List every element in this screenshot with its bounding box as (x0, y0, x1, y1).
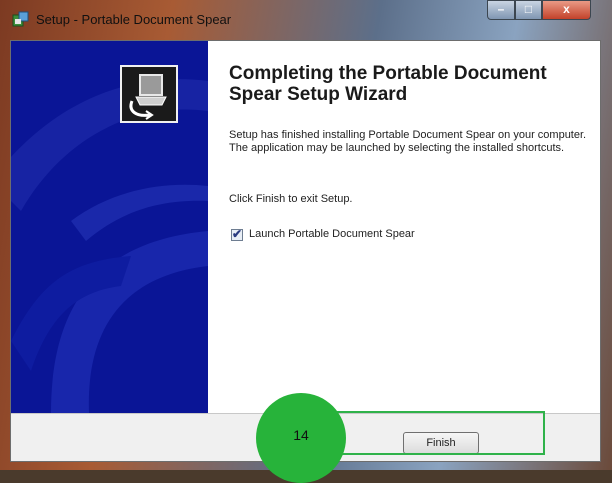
wizard-exit-text: Click Finish to exit Setup. (229, 193, 353, 205)
maximize-icon: □ (524, 2, 533, 16)
setup-app-icon (12, 10, 30, 28)
launch-checkbox[interactable]: ✔ (231, 227, 243, 241)
wizard-side-banner (11, 41, 208, 413)
close-button[interactable]: x (542, 0, 591, 20)
close-icon: x (563, 2, 570, 16)
launch-checkbox-label[interactable]: Launch Portable Document Spear (249, 228, 415, 240)
maximize-button[interactable]: □ (515, 0, 542, 20)
title-bar[interactable]: Setup - Portable Document Spear – □ x (0, 0, 612, 36)
minimize-button[interactable]: – (487, 0, 515, 20)
wizard-body-text: Setup has finished installing Portable D… (229, 129, 587, 154)
installer-logo-icon (120, 65, 178, 123)
annotation-highlight-box (322, 411, 545, 455)
minimize-icon: – (497, 2, 505, 16)
window-title: Setup - Portable Document Spear (36, 12, 232, 27)
wizard-heading: Completing the Portable Document Spear S… (229, 63, 547, 105)
banner-swoosh-graphic (11, 79, 208, 413)
checkmark-icon: ✔ (232, 227, 243, 241)
setup-window: Setup - Portable Document Spear – □ x Co… (0, 0, 612, 483)
